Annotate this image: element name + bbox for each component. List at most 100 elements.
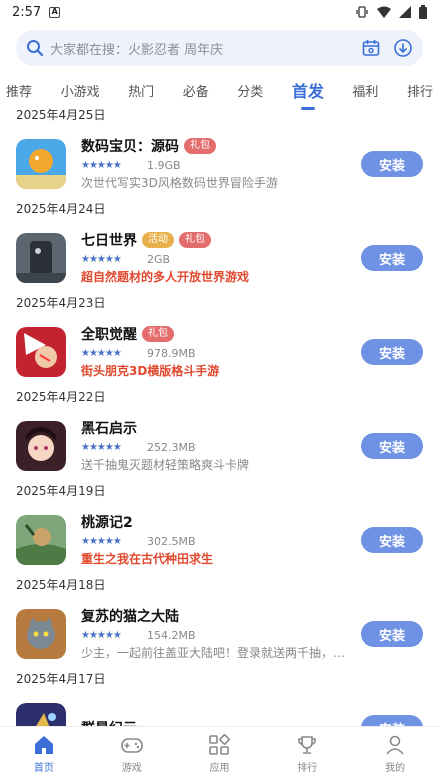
- download-icon[interactable]: [393, 38, 413, 58]
- install-button[interactable]: 安装: [361, 621, 423, 647]
- trophy-icon: [298, 735, 317, 754]
- rating-stars: ★★★★★: [81, 253, 122, 265]
- app-size: 978.9MB: [147, 346, 196, 360]
- notification-a-icon: A: [49, 6, 61, 18]
- app-size: 2GB: [147, 252, 171, 266]
- install-button[interactable]: 安装: [361, 339, 423, 365]
- gift-tag: 礼包: [179, 232, 211, 248]
- app-description: 超自然题材的多人开放世界游戏: [81, 270, 250, 284]
- app-name: 桃源记2: [81, 515, 133, 531]
- search-actions: [361, 38, 413, 58]
- tab-mini-games[interactable]: 小游戏: [59, 81, 102, 100]
- tab-recommend[interactable]: 推荐: [4, 81, 34, 100]
- app-info: 数码宝贝：源码 礼包 ★★★★★ 1.9GB 次世代写实3D风格数码世界冒险手游: [81, 136, 351, 192]
- gift-tag: 礼包: [184, 138, 216, 154]
- search-area: 大家都在搜：火影忍者 周年庆: [0, 24, 439, 66]
- date-header: 2025年4月17日: [16, 672, 106, 686]
- status-bar: 2:57 A: [0, 0, 439, 24]
- nav-label: 游戏: [121, 762, 142, 774]
- app-name: 群星纪元: [81, 718, 137, 726]
- app-description: 次世代写实3D风格数码世界冒险手游: [81, 176, 278, 190]
- app-row[interactable]: 复苏的猫之大陆 ★★★★★ 154.2MB 少主，一起前往盖亚大陆吧！登录就送两…: [0, 600, 439, 668]
- install-button[interactable]: 安装: [361, 151, 423, 177]
- app-icon-taoyuan[interactable]: [16, 515, 66, 565]
- nav-apps[interactable]: 应用: [176, 727, 264, 780]
- search-input[interactable]: 大家都在搜：火影忍者 周年庆: [16, 30, 423, 66]
- app-info: 全职觉醒 礼包 ★★★★★ 978.9MB 街头朋克3D横版格斗手游: [81, 324, 351, 380]
- app-size: 252.3MB: [147, 440, 196, 454]
- install-button[interactable]: 安装: [361, 527, 423, 553]
- app-name: 全职觉醒: [81, 327, 137, 343]
- status-time: 2:57: [12, 4, 42, 20]
- app-description: 街头朋克3D横版格斗手游: [81, 364, 220, 378]
- app-size: 302.5MB: [147, 534, 196, 548]
- gamepad-icon: [120, 737, 143, 753]
- nav-games[interactable]: 游戏: [88, 727, 176, 780]
- date-header: 2025年4月25日: [16, 108, 106, 122]
- nav-home[interactable]: 首页: [0, 727, 88, 780]
- app-icon-cat-continent[interactable]: [16, 609, 66, 659]
- tab-welfare[interactable]: 福利: [350, 81, 380, 100]
- tab-ranking[interactable]: 排行: [405, 81, 435, 100]
- rating-stars: ★★★★★: [81, 159, 122, 171]
- signal-icon: [399, 6, 411, 18]
- battery-icon: [419, 5, 427, 19]
- app-size: 1.9GB: [147, 158, 181, 172]
- home-icon: [34, 735, 53, 754]
- tab-hot[interactable]: 热门: [126, 81, 156, 100]
- app-icon-qunxing[interactable]: [16, 703, 66, 726]
- date-header: 2025年4月22日: [16, 390, 106, 404]
- vibrate-icon: [356, 6, 368, 18]
- app-name: 复苏的猫之大陆: [81, 609, 179, 625]
- bottom-navigation: 首页 游戏 应用 排行 我的: [0, 726, 439, 780]
- nav-label: 排行: [297, 762, 318, 774]
- nav-label: 应用: [209, 762, 230, 774]
- nav-label: 我的: [385, 762, 406, 774]
- app-size: 154.2MB: [147, 628, 196, 642]
- app-row[interactable]: 黑石启示 ★★★★★ 252.3MB 送千抽鬼灭题材轻策略爽斗卡牌 安装: [0, 412, 439, 480]
- nav-ranking[interactable]: 排行: [263, 727, 351, 780]
- app-name: 七日世界: [81, 233, 137, 249]
- app-row[interactable]: 七日世界 活动 礼包 ★★★★★ 2GB 超自然题材的多人开放世界游戏 安装: [0, 224, 439, 292]
- app-row[interactable]: 全职觉醒 礼包 ★★★★★ 978.9MB 街头朋克3D横版格斗手游 安装: [0, 318, 439, 386]
- app-info: 黑石启示 ★★★★★ 252.3MB 送千抽鬼灭题材轻策略爽斗卡牌: [81, 418, 351, 474]
- app-row[interactable]: 群星纪元 安装: [0, 694, 439, 726]
- date-header: 2025年4月23日: [16, 296, 106, 310]
- search-icon: [27, 40, 44, 57]
- install-button[interactable]: 安装: [361, 245, 423, 271]
- app-icon-digimon[interactable]: [16, 139, 66, 189]
- install-button[interactable]: 安装: [361, 433, 423, 459]
- gift-tag: 礼包: [142, 326, 174, 342]
- apps-grid-icon: [209, 733, 231, 755]
- rating-stars: ★★★★★: [81, 347, 122, 359]
- calendar-icon[interactable]: [361, 38, 381, 58]
- tab-category[interactable]: 分类: [235, 81, 265, 100]
- app-description: 送千抽鬼灭题材轻策略爽斗卡牌: [81, 458, 250, 472]
- date-header: 2025年4月24日: [16, 202, 106, 216]
- user-icon: [386, 735, 404, 755]
- date-header: 2025年4月19日: [16, 484, 106, 498]
- app-info: 七日世界 活动 礼包 ★★★★★ 2GB 超自然题材的多人开放世界游戏: [81, 230, 351, 286]
- app-description: 重生之我在古代种田求生: [81, 552, 214, 566]
- app-info: 桃源记2 ★★★★★ 302.5MB 重生之我在古代种田求生: [81, 512, 351, 568]
- date-header: 2025年4月18日: [16, 578, 106, 592]
- app-name: 数码宝贝：源码: [81, 139, 179, 155]
- install-button[interactable]: 安装: [361, 715, 423, 726]
- nav-mine[interactable]: 我的: [351, 727, 439, 780]
- rating-stars: ★★★★★: [81, 535, 122, 547]
- nav-label: 首页: [33, 762, 54, 774]
- app-row[interactable]: 数码宝贝：源码 礼包 ★★★★★ 1.9GB 次世代写实3D风格数码世界冒险手游…: [0, 130, 439, 198]
- rating-stars: ★★★★★: [81, 441, 122, 453]
- tab-essential[interactable]: 必备: [181, 81, 211, 100]
- app-info: 群星纪元: [81, 718, 351, 726]
- app-row[interactable]: 桃源记2 ★★★★★ 302.5MB 重生之我在古代种田求生 安装: [0, 506, 439, 574]
- tab-first-release[interactable]: 首发: [290, 78, 326, 110]
- rating-stars: ★★★★★: [81, 629, 122, 641]
- event-tag: 活动: [142, 232, 174, 248]
- app-icon-quanzhi[interactable]: [16, 327, 66, 377]
- app-icon-heishi[interactable]: [16, 421, 66, 471]
- app-description: 少主，一起前往盖亚大陆吧！登录就送两千抽，每日...: [81, 646, 351, 660]
- wifi-icon: [377, 6, 391, 18]
- app-icon-once-human[interactable]: [16, 233, 66, 283]
- release-list[interactable]: 2025年4月25日 数码宝贝：源码 礼包 ★★★★★ 1.9GB 次世代写实3…: [0, 104, 439, 726]
